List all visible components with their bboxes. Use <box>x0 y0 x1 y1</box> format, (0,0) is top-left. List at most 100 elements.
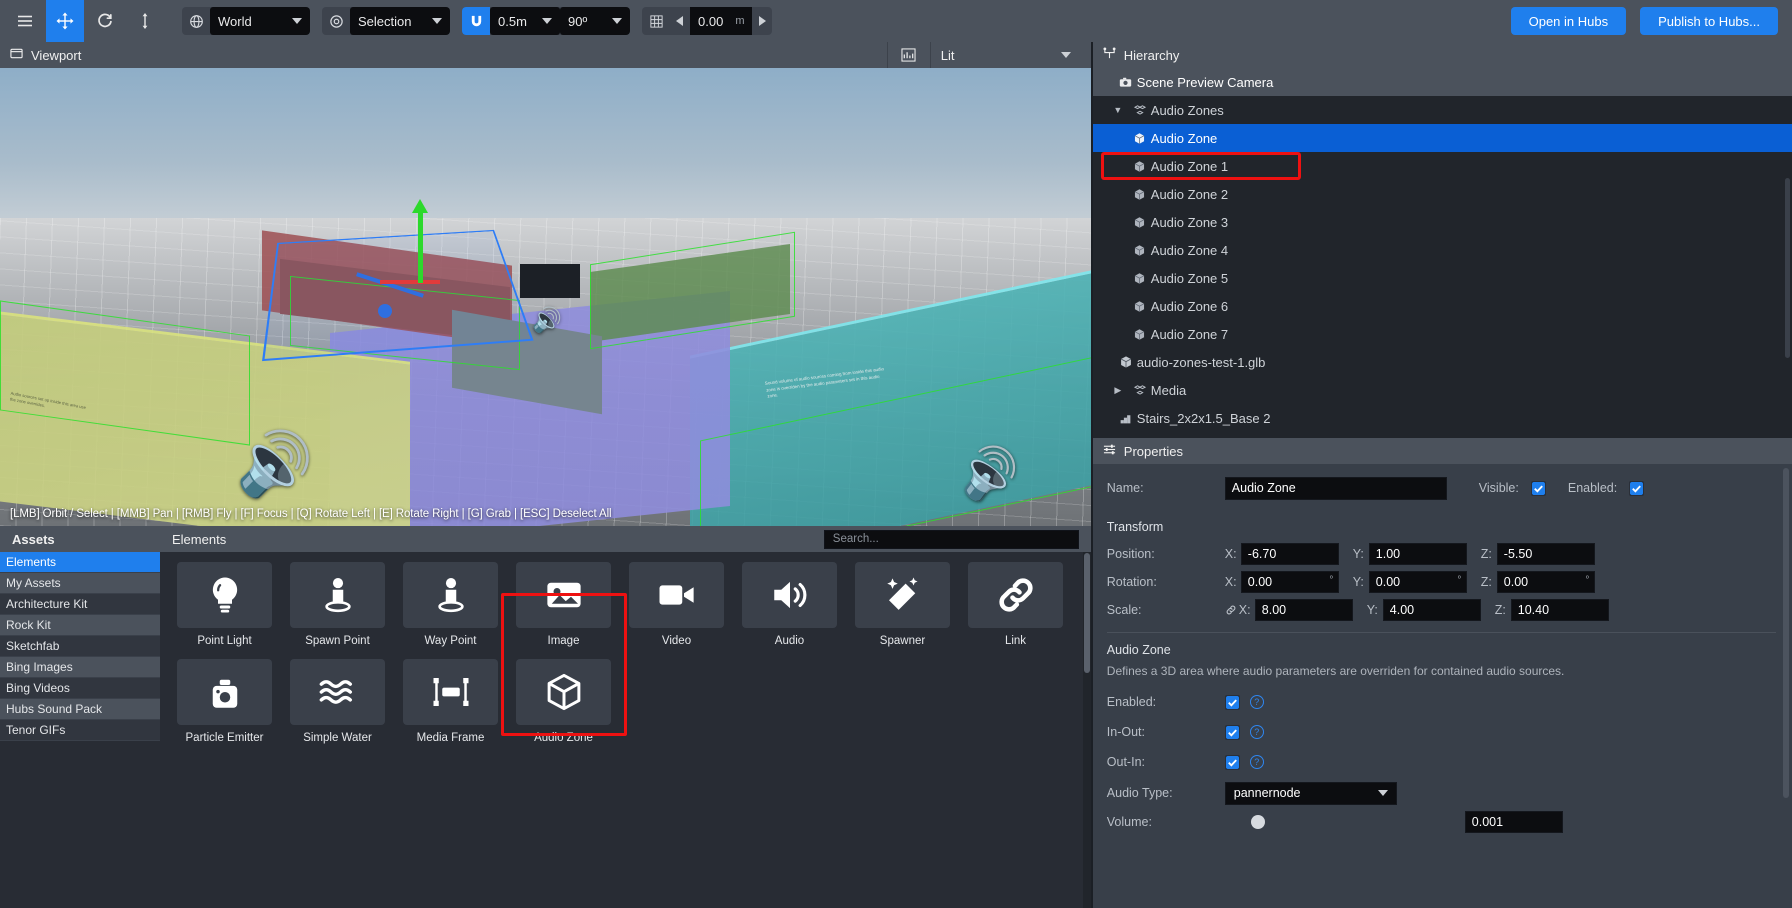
visible-checkbox[interactable] <box>1531 481 1546 496</box>
enabled-checkbox[interactable] <box>1629 481 1644 496</box>
position-z-input[interactable]: -5.50 <box>1497 543 1595 565</box>
help-icon[interactable]: ? <box>1250 755 1264 769</box>
help-icon[interactable]: ? <box>1250 695 1264 709</box>
asset-category-bing-videos[interactable]: Bing Videos <box>0 678 160 699</box>
rotate-snap-select[interactable]: 90º <box>560 7 630 35</box>
hamburger-menu-icon[interactable] <box>6 0 44 42</box>
grid-height-field[interactable]: 0.00 m <box>690 7 752 35</box>
shading-mode-value: Lit <box>941 48 955 63</box>
hierarchy-row-scene-preview-camera[interactable]: Scene Preview Camera <box>1093 68 1792 96</box>
hierarchy-row-audio-zones[interactable]: ▼ Audio Zones <box>1093 96 1792 124</box>
element-media-frame[interactable]: Media Frame <box>394 659 507 744</box>
video-camera-icon[interactable] <box>629 562 724 628</box>
element-simple-water[interactable]: Simple Water <box>281 659 394 744</box>
element-spawner[interactable]: Spawner <box>846 562 959 647</box>
chevron-down-icon[interactable]: ▼ <box>1107 105 1129 115</box>
scale-tool-button[interactable] <box>126 0 164 42</box>
rotation-y-input[interactable]: 0.00º <box>1369 571 1467 593</box>
hierarchy-row-audio-zones-test-glb[interactable]: audio-zones-test-1.glb <box>1093 348 1792 376</box>
cube-icon[interactable] <box>516 659 611 725</box>
open-in-hubs-button[interactable]: Open in Hubs <box>1511 7 1627 35</box>
chevron-down-icon <box>292 18 302 24</box>
hierarchy-row-audio-zone-7[interactable]: Audio Zone 7 <box>1093 320 1792 348</box>
hierarchy-row-audio-zone-2[interactable]: Audio Zone 2 <box>1093 180 1792 208</box>
element-link[interactable]: Link <box>959 562 1072 647</box>
rotation-x-input[interactable]: 0.00º <box>1241 571 1339 593</box>
asset-category-architecture-kit[interactable]: Architecture Kit <box>0 594 160 615</box>
transform-pivot-select[interactable]: Selection <box>350 7 450 35</box>
rotation-z-input[interactable]: 0.00º <box>1497 571 1595 593</box>
hierarchy-row-audio-zone-3[interactable]: Audio Zone 3 <box>1093 208 1792 236</box>
light-bulb-icon[interactable] <box>177 562 272 628</box>
magic-wand-icon[interactable] <box>855 562 950 628</box>
assets-scrollbar[interactable] <box>1083 552 1091 908</box>
element-point-light[interactable]: Point Light <box>168 562 281 647</box>
water-waves-icon[interactable] <box>290 659 385 725</box>
asset-category-tenor-gifs[interactable]: Tenor GIFs <box>0 720 160 741</box>
viewport-canvas[interactable]: 🔊 🔊 🔊 Sound volume of audio sources comi… <box>0 68 1091 526</box>
hierarchy-row-audio-zone-5[interactable]: Audio Zone 5 <box>1093 264 1792 292</box>
hierarchy-row-audio-zone-4[interactable]: Audio Zone 4 <box>1093 236 1792 264</box>
stats-chart-icon[interactable] <box>888 48 930 62</box>
name-input[interactable]: Audio Zone <box>1225 477 1447 500</box>
chevron-down-icon <box>1378 790 1388 796</box>
scale-z-input[interactable]: 10.40 <box>1511 599 1609 621</box>
translate-tool-button[interactable] <box>46 0 84 42</box>
hierarchy-scrollbar[interactable] <box>1785 178 1790 358</box>
asset-category-bing-images[interactable]: Bing Images <box>0 657 160 678</box>
asset-category-sketchfab[interactable]: Sketchfab <box>0 636 160 657</box>
gizmo-axis-y[interactable] <box>418 211 423 283</box>
properties-scrollbar[interactable] <box>1783 468 1789 798</box>
chain-link-icon[interactable] <box>968 562 1063 628</box>
hierarchy-row-audio-zone-6[interactable]: Audio Zone 6 <box>1093 292 1792 320</box>
transform-space-select[interactable]: World <box>210 7 310 35</box>
audio-zone-in-out-checkbox[interactable] <box>1225 725 1240 740</box>
chevron-right-icon[interactable]: ▶ <box>1107 385 1129 396</box>
element-video[interactable]: Video <box>620 562 733 647</box>
audio-zone-enabled-checkbox[interactable] <box>1225 695 1240 710</box>
hierarchy-row-audio-zone-1[interactable]: Audio Zone 1 <box>1093 152 1792 180</box>
grid-icon[interactable] <box>642 7 670 35</box>
gizmo-handle[interactable] <box>378 304 392 318</box>
publish-to-hubs-button[interactable]: Publish to Hubs... <box>1640 7 1778 35</box>
element-way-point[interactable]: Way Point <box>394 562 507 647</box>
properties-body[interactable]: Name: Audio Zone Visible: Enabled: Trans… <box>1093 464 1792 908</box>
grid-decrease-button[interactable] <box>670 7 690 35</box>
asset-category-my-assets[interactable]: My Assets <box>0 573 160 594</box>
rotate-tool-button[interactable] <box>86 0 124 42</box>
hierarchy-list[interactable]: Scene Preview Camera ▼ Audio Zones A <box>1093 68 1792 438</box>
hierarchy-row-media[interactable]: ▶ Media <box>1093 376 1792 404</box>
volume-input[interactable]: 0.001 <box>1465 811 1563 833</box>
hierarchy-row-audio-zone[interactable]: Audio Zone <box>1093 124 1792 152</box>
asset-category-hubs-sound-pack[interactable]: Hubs Sound Pack <box>0 699 160 720</box>
audio-zone-out-in-checkbox[interactable] <box>1225 755 1240 770</box>
element-particle-emitter[interactable]: Particle Emitter <box>168 659 281 744</box>
image-icon[interactable] <box>516 562 611 628</box>
search-input[interactable]: Search... <box>824 530 1079 549</box>
hierarchy-row-stairs[interactable]: Stairs_2x2x1.5_Base 2 <box>1093 404 1792 432</box>
shading-mode-select[interactable]: Lit <box>931 42 1081 68</box>
position-x-input[interactable]: -6.70 <box>1241 543 1339 565</box>
asset-category-elements[interactable]: Elements <box>0 552 160 573</box>
audio-type-select[interactable]: pannernode <box>1225 782 1397 805</box>
volume-slider-handle[interactable] <box>1251 815 1265 829</box>
chevron-down-icon <box>432 18 442 24</box>
asset-category-rock-kit[interactable]: Rock Kit <box>0 615 160 636</box>
scale-x-input[interactable]: 8.00 <box>1255 599 1353 621</box>
position-y-input[interactable]: 1.00 <box>1369 543 1467 565</box>
element-spawn-point[interactable]: Spawn Point <box>281 562 394 647</box>
gizmo-axis-x[interactable] <box>380 280 440 284</box>
scale-y-input[interactable]: 4.00 <box>1383 599 1481 621</box>
speaker-icon[interactable] <box>742 562 837 628</box>
element-image[interactable]: Image <box>507 562 620 647</box>
element-audio[interactable]: Audio <box>733 562 846 647</box>
particle-emitter-icon[interactable] <box>177 659 272 725</box>
help-icon[interactable]: ? <box>1250 725 1264 739</box>
element-audio-zone[interactable]: Audio Zone <box>507 659 620 744</box>
media-frame-icon[interactable] <box>403 659 498 725</box>
translate-snap-select[interactable]: 0.5m <box>490 7 560 35</box>
person-waypoint-icon[interactable] <box>403 562 498 628</box>
grid-increase-button[interactable] <box>752 7 772 35</box>
person-spawn-icon[interactable] <box>290 562 385 628</box>
magnet-icon[interactable] <box>462 7 490 35</box>
